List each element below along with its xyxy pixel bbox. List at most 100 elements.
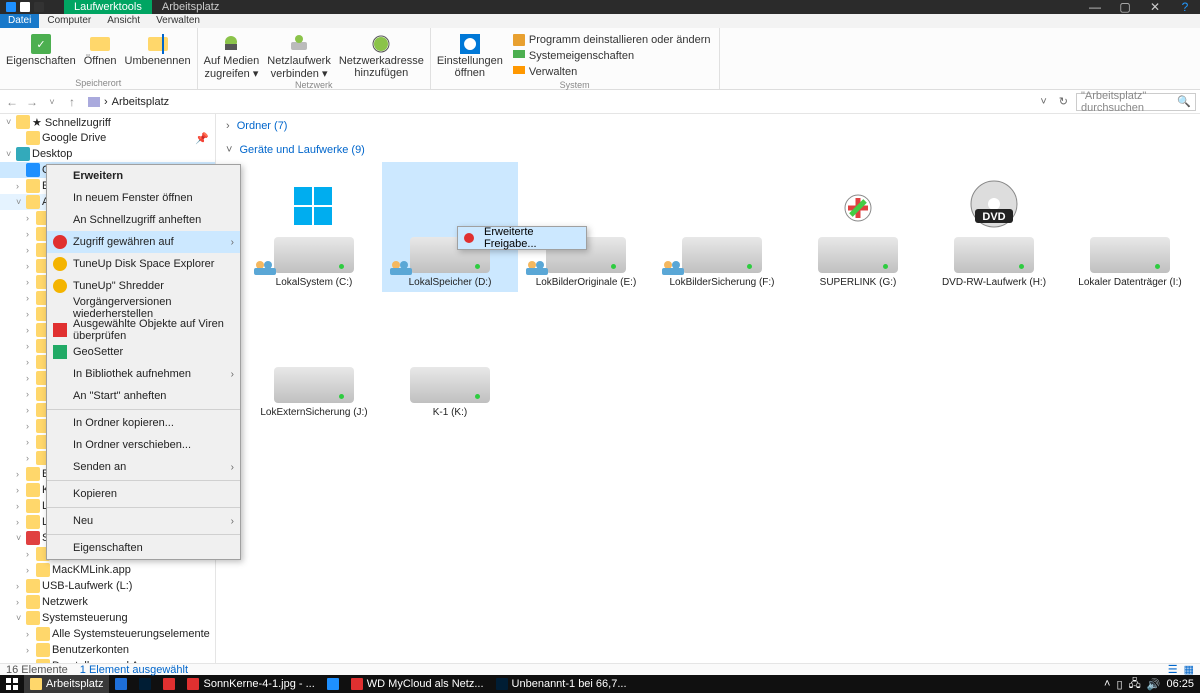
maximize-button[interactable]: ▢ bbox=[1110, 0, 1140, 14]
address-dropdown[interactable]: ˅ bbox=[1036, 96, 1050, 108]
qat-icon[interactable] bbox=[34, 2, 44, 12]
folder-icon bbox=[16, 115, 30, 129]
context-menu-item[interactable]: Zugriff gewähren auf› bbox=[47, 231, 240, 253]
context-menu-item[interactable]: Erweitern bbox=[47, 165, 240, 187]
taskbar-button[interactable]: Unbenannt-1 bei 66,7... bbox=[490, 675, 633, 693]
folder-icon bbox=[26, 515, 40, 529]
system-properties-button[interactable]: Systemeigenschaften bbox=[511, 48, 713, 64]
context-menu-item[interactable]: GeoSetter bbox=[47, 341, 240, 363]
status-selection: 1 Element ausgewählt bbox=[80, 664, 188, 676]
help-button[interactable]: ? bbox=[1170, 0, 1200, 14]
folder-icon bbox=[26, 595, 40, 609]
context-menu-item[interactable]: Vorgängerversionen wiederherstellen bbox=[47, 297, 240, 319]
up-button[interactable]: ↑ bbox=[64, 95, 80, 109]
context-menu-item[interactable]: In Ordner kopieren... bbox=[47, 412, 240, 434]
minimize-button[interactable]: — bbox=[1080, 0, 1110, 14]
refresh-button[interactable]: ↻ bbox=[1055, 95, 1072, 108]
context-menu-item[interactable]: Eigenschaften bbox=[47, 537, 240, 559]
ribbon-group-caption: Netzwerk bbox=[204, 80, 424, 91]
tree-item[interactable]: ˅★ Schnellzugriff bbox=[0, 114, 215, 130]
context-menu-item[interactable]: In Bibliothek aufnehmen› bbox=[47, 363, 240, 385]
drive-item[interactable]: SUPERLINK (G:) bbox=[790, 162, 926, 292]
tree-item[interactable]: ›Darstellung und Anpassung bbox=[0, 658, 215, 663]
taskbar-button[interactable]: SonnKerne-4-1.jpg - ... bbox=[181, 675, 320, 693]
context-menu-item[interactable]: Senden an› bbox=[47, 456, 240, 478]
taskbar-button[interactable]: Arbeitsplatz bbox=[24, 675, 109, 693]
tree-item[interactable]: Google Drive📌 bbox=[0, 130, 215, 146]
tree-item[interactable]: ›USB-Laufwerk (L:) bbox=[0, 578, 215, 594]
close-button[interactable]: ✕ bbox=[1140, 0, 1170, 14]
folder-icon bbox=[36, 643, 50, 657]
uninstall-program-button[interactable]: Programm deinstallieren oder ändern bbox=[511, 32, 713, 48]
start-button[interactable] bbox=[0, 675, 24, 693]
open-settings-button[interactable]: Einstellungen öffnen bbox=[437, 30, 503, 80]
context-menu-item[interactable]: An Schnellzugriff anheften bbox=[47, 209, 240, 231]
tree-item[interactable]: ›Benutzerkonten bbox=[0, 642, 215, 658]
drive-item[interactable]: K-1 (K:) bbox=[382, 292, 518, 422]
tray-volume-icon[interactable]: 🔊 bbox=[1147, 678, 1161, 691]
advanced-sharing-menuitem[interactable]: Erweiterte Freigabe... bbox=[458, 227, 586, 249]
context-menu: ErweiternIn neuem Fenster öffnenAn Schne… bbox=[46, 164, 241, 560]
folder-icon bbox=[26, 579, 40, 593]
status-item-count: 16 Elemente bbox=[6, 664, 68, 676]
recent-locations-button[interactable]: ˅ bbox=[44, 97, 60, 107]
rename-button[interactable]: Umbenennen bbox=[125, 30, 191, 78]
taskbar-button[interactable] bbox=[321, 675, 345, 693]
drive-item[interactable]: LokBilderSicherung (F:) bbox=[654, 162, 790, 292]
tree-item[interactable]: ›Alle Systemsteuerungselemente bbox=[0, 626, 215, 642]
tree-item[interactable]: ˅Desktop bbox=[0, 146, 215, 162]
tray-battery-icon[interactable]: ▯ bbox=[1116, 678, 1122, 691]
breadcrumb-location[interactable]: Arbeitsplatz bbox=[112, 96, 169, 108]
drive-item[interactable]: Lokaler Datenträger (I:) bbox=[1062, 162, 1198, 292]
manage-button[interactable]: Verwalten bbox=[511, 64, 713, 80]
context-menu-item[interactable]: Kopieren bbox=[47, 483, 240, 505]
map-network-drive-button[interactable]: Netzlaufwerk verbinden ▾ bbox=[267, 30, 331, 80]
tray-network-icon[interactable]: 🖧 bbox=[1129, 675, 1141, 694]
group-folders[interactable]: › Ordner (7) bbox=[216, 114, 1200, 138]
svg-text:✓: ✓ bbox=[36, 39, 45, 51]
tray-chevron-icon[interactable]: ˄ bbox=[1104, 678, 1110, 690]
chevron-right-icon: › bbox=[226, 120, 230, 132]
file-tab[interactable]: Datei bbox=[0, 14, 39, 28]
taskbar-button[interactable] bbox=[157, 675, 181, 693]
breadcrumb[interactable]: › Arbeitsplatz bbox=[84, 96, 1032, 108]
drive-item[interactable]: DVDDVD-RW-Laufwerk (H:) bbox=[926, 162, 1062, 292]
quick-access-toolbar bbox=[0, 2, 44, 12]
context-menu-item[interactable]: An "Start" anheften bbox=[47, 385, 240, 407]
context-menu-item[interactable]: In Ordner verschieben... bbox=[47, 434, 240, 456]
ribbon-tab-view[interactable]: Ansicht bbox=[99, 14, 148, 28]
taskbar-button[interactable] bbox=[109, 675, 133, 693]
context-menu-item[interactable]: TuneUp" Shredder bbox=[47, 275, 240, 297]
content-area[interactable]: › Ordner (7) ˅ Geräte und Laufwerke (9) … bbox=[216, 114, 1200, 663]
drive-item[interactable]: LokExternSicherung (J:) bbox=[246, 292, 382, 422]
address-bar-row: ← → ˅ ↑ › Arbeitsplatz ˅ ↻ "Arbeitsplatz… bbox=[0, 90, 1200, 114]
ribbon-tab-manage[interactable]: Verwalten bbox=[148, 14, 208, 28]
tray-clock[interactable]: 06:25 bbox=[1166, 678, 1194, 690]
access-media-button[interactable]: Auf Medien zugreifen ▾ bbox=[204, 30, 260, 80]
qat-icon[interactable] bbox=[6, 2, 16, 12]
add-network-location-button[interactable]: Netzwerkadresse hinzufügen bbox=[339, 30, 424, 80]
drive-item[interactable]: LokalSystem (C:) bbox=[246, 162, 382, 292]
tree-item[interactable]: ›Netzwerk bbox=[0, 594, 215, 610]
open-button[interactable]: Öffnen bbox=[84, 30, 117, 78]
contextual-tab-drivetools[interactable]: Laufwerktools bbox=[64, 0, 152, 14]
context-menu-item[interactable]: TuneUp Disk Space Explorer bbox=[47, 253, 240, 275]
tree-item[interactable]: ›MacKMLink.app bbox=[0, 562, 215, 578]
chevron-down-icon: ˅ bbox=[226, 144, 232, 156]
qat-icon[interactable] bbox=[20, 2, 30, 12]
search-box[interactable]: "Arbeitsplatz" durchsuchen 🔍 bbox=[1076, 93, 1196, 111]
back-button[interactable]: ← bbox=[4, 95, 20, 109]
app-icon bbox=[327, 678, 339, 690]
context-menu-item[interactable]: In neuem Fenster öffnen bbox=[47, 187, 240, 209]
context-menu-item[interactable]: Neu› bbox=[47, 510, 240, 532]
group-drives[interactable]: ˅ Geräte und Laufwerke (9) bbox=[216, 138, 1200, 162]
forward-button[interactable]: → bbox=[24, 95, 40, 109]
taskbar-button[interactable]: WD MyCloud als Netz... bbox=[345, 675, 490, 693]
folder-icon bbox=[26, 195, 40, 209]
ribbon-tab-computer[interactable]: Computer bbox=[39, 14, 99, 28]
taskbar-button[interactable] bbox=[133, 675, 157, 693]
properties-button[interactable]: ✓Eigenschaften bbox=[6, 30, 76, 78]
context-menu-item[interactable]: Ausgewählte Objekte auf Viren überprüfen bbox=[47, 319, 240, 341]
tree-item[interactable]: ˅Systemsteuerung bbox=[0, 610, 215, 626]
share-dot-icon bbox=[464, 233, 474, 243]
